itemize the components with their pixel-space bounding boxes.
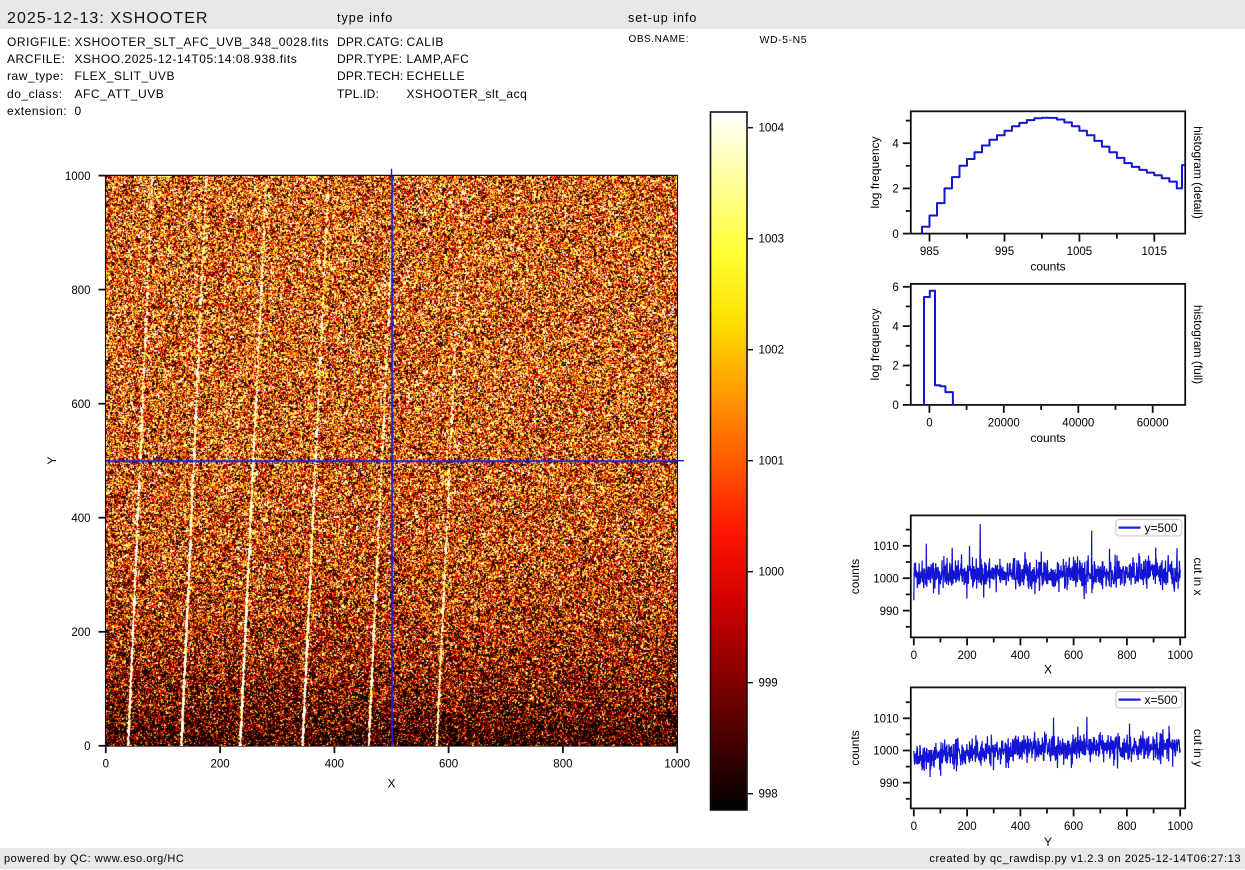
svg-text:20000: 20000 — [988, 417, 1020, 429]
svg-text:400: 400 — [325, 759, 344, 771]
svg-text:990: 990 — [880, 778, 899, 790]
svg-text:1002: 1002 — [759, 345, 785, 357]
svg-text:histogram (detail): histogram (detail) — [1191, 126, 1205, 219]
svg-text:cut in y: cut in y — [1191, 729, 1205, 767]
svg-text:4: 4 — [892, 321, 899, 333]
svg-text:1000: 1000 — [1167, 821, 1193, 833]
svg-text:600: 600 — [71, 399, 90, 411]
svg-text:800: 800 — [71, 285, 90, 297]
svg-text:cut in x: cut in x — [1191, 557, 1205, 595]
svg-text:200: 200 — [71, 627, 90, 639]
svg-text:counts: counts — [1030, 431, 1065, 445]
svg-text:800: 800 — [1117, 650, 1136, 662]
svg-text:60000: 60000 — [1137, 417, 1169, 429]
svg-text:1000: 1000 — [664, 759, 690, 771]
svg-text:0: 0 — [84, 741, 90, 753]
svg-text:x=500: x=500 — [1145, 693, 1178, 707]
svg-text:1000: 1000 — [873, 746, 899, 758]
svg-text:985: 985 — [920, 246, 939, 258]
svg-text:0: 0 — [911, 650, 917, 662]
svg-text:999: 999 — [759, 678, 778, 690]
svg-text:counts: counts — [1030, 259, 1065, 273]
svg-text:400: 400 — [1011, 821, 1030, 833]
svg-text:990: 990 — [880, 606, 899, 618]
svg-text:800: 800 — [553, 759, 572, 771]
svg-text:1000: 1000 — [65, 171, 91, 183]
svg-text:Y: Y — [45, 456, 59, 464]
svg-text:4: 4 — [892, 138, 899, 150]
svg-text:2: 2 — [892, 361, 898, 373]
svg-text:998: 998 — [759, 789, 778, 801]
svg-text:1005: 1005 — [1067, 246, 1093, 258]
svg-text:y=500: y=500 — [1145, 521, 1178, 535]
svg-text:counts: counts — [848, 559, 862, 594]
svg-text:2: 2 — [892, 184, 898, 196]
svg-text:1000: 1000 — [759, 567, 785, 579]
svg-text:1003: 1003 — [759, 234, 785, 246]
svg-text:600: 600 — [1064, 650, 1083, 662]
svg-text:0: 0 — [911, 821, 917, 833]
svg-text:1001: 1001 — [759, 456, 785, 468]
svg-text:6: 6 — [892, 282, 898, 294]
svg-text:1015: 1015 — [1142, 246, 1168, 258]
svg-text:200: 200 — [211, 759, 230, 771]
svg-text:X: X — [387, 777, 395, 791]
svg-text:log frequency: log frequency — [868, 308, 882, 380]
svg-text:0: 0 — [892, 400, 898, 412]
svg-text:X: X — [1044, 663, 1052, 677]
svg-text:600: 600 — [439, 759, 458, 771]
svg-text:counts: counts — [848, 730, 862, 765]
svg-text:40000: 40000 — [1062, 417, 1094, 429]
svg-text:600: 600 — [1064, 821, 1083, 833]
svg-text:0: 0 — [926, 417, 932, 429]
svg-text:200: 200 — [958, 650, 977, 662]
svg-text:200: 200 — [958, 821, 977, 833]
svg-text:800: 800 — [1117, 821, 1136, 833]
svg-text:995: 995 — [995, 246, 1014, 258]
svg-text:0: 0 — [892, 229, 898, 241]
svg-text:400: 400 — [1011, 650, 1030, 662]
svg-text:1004: 1004 — [759, 123, 785, 135]
svg-text:1000: 1000 — [873, 573, 899, 585]
svg-text:400: 400 — [71, 513, 90, 525]
svg-text:histogram (full): histogram (full) — [1191, 305, 1205, 384]
svg-text:0: 0 — [103, 759, 109, 771]
svg-text:1000: 1000 — [1167, 650, 1193, 662]
svg-text:1010: 1010 — [873, 714, 899, 726]
svg-text:log frequency: log frequency — [868, 136, 882, 208]
svg-text:1010: 1010 — [873, 541, 899, 553]
